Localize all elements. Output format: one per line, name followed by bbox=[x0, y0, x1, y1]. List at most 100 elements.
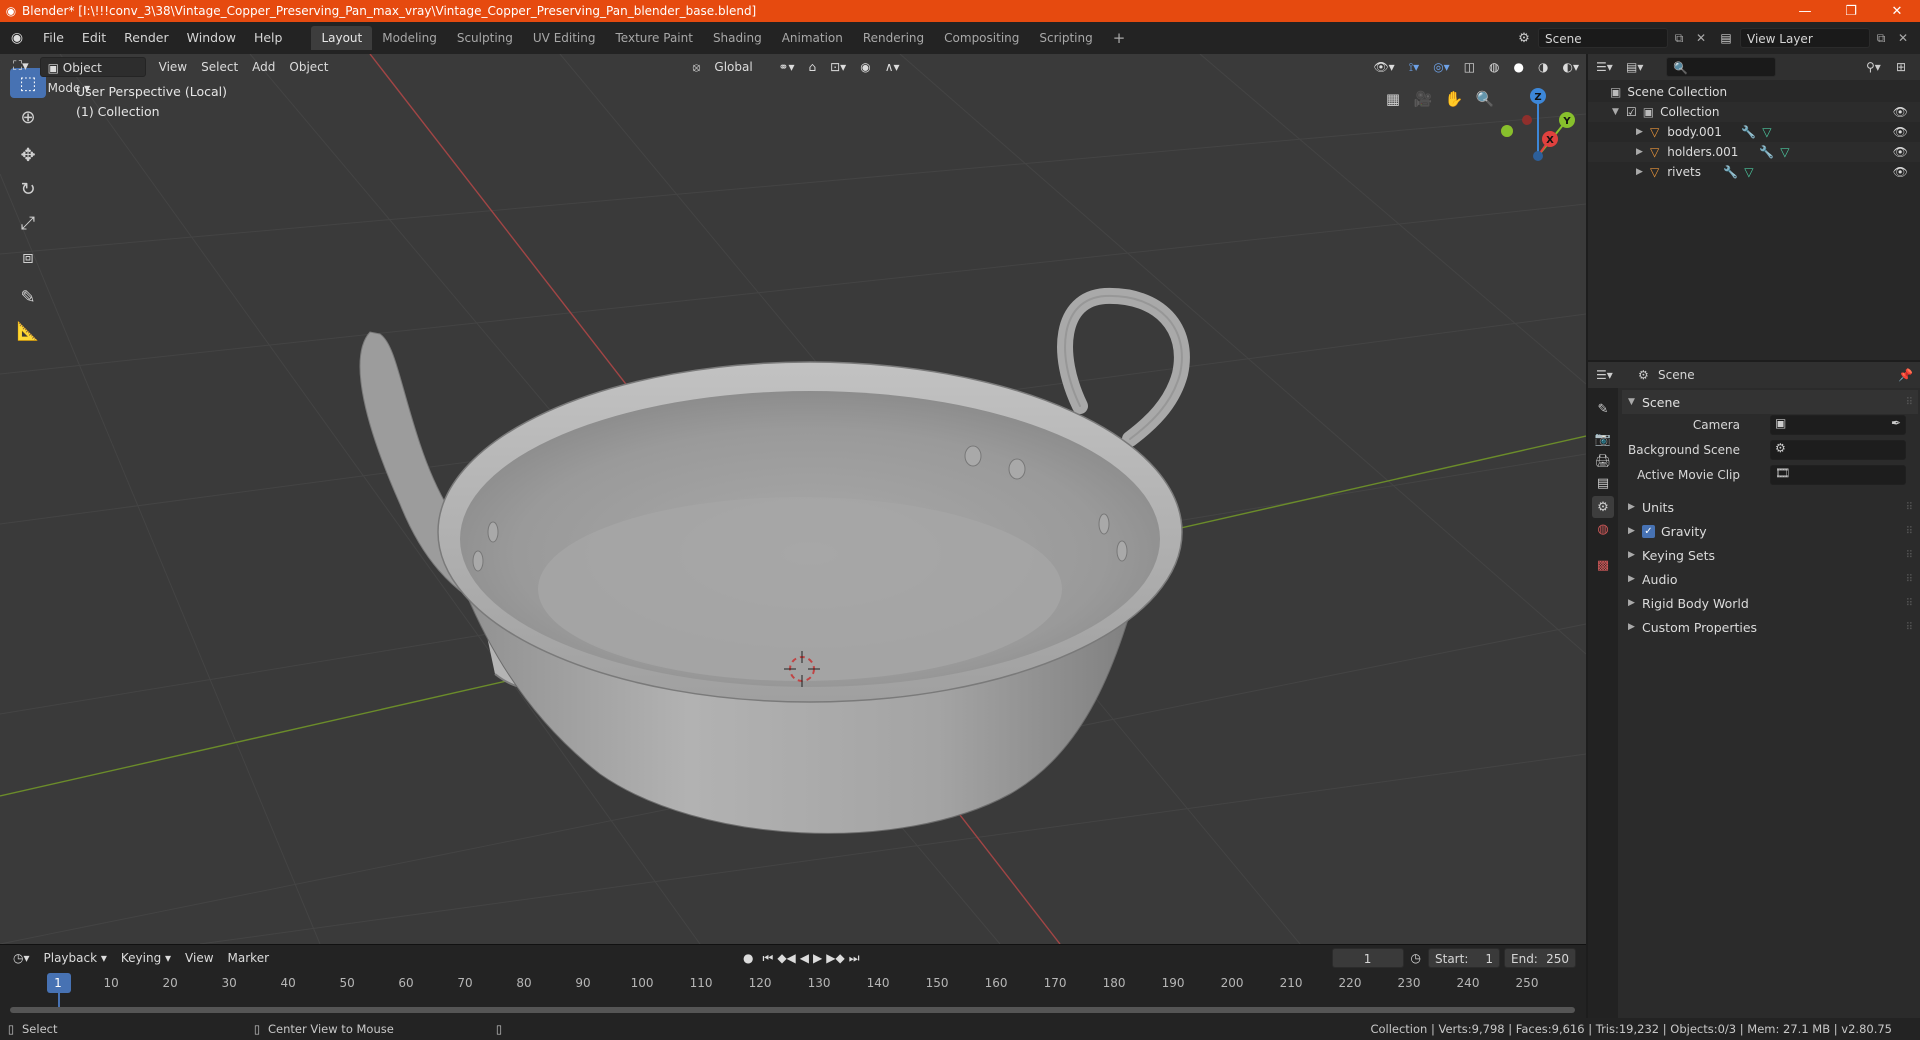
panel-drag-handle[interactable]: ⠿ bbox=[1906, 550, 1913, 561]
toggle-grid-icon[interactable]: ▦ bbox=[1380, 86, 1406, 112]
tab-layout[interactable]: Layout bbox=[311, 26, 373, 50]
gizmo-y-label[interactable]: Y bbox=[1562, 116, 1571, 127]
timeline-scrollbar[interactable] bbox=[10, 1007, 1575, 1013]
jump-start-icon[interactable]: ⏮ bbox=[761, 948, 776, 968]
menu-select[interactable]: Select bbox=[194, 57, 245, 77]
panel-collapse-icon[interactable]: ▼ bbox=[1628, 397, 1642, 407]
tab-animation[interactable]: Animation bbox=[772, 26, 853, 50]
scale-tool-icon[interactable]: ⤢ bbox=[10, 208, 46, 238]
editor-type-icon[interactable]: ⛶▾ bbox=[6, 57, 36, 77]
outliner-object-body[interactable]: ▶ ▽ body.001 🔧 ▽ 👁 bbox=[1588, 122, 1920, 142]
menu-file[interactable]: File bbox=[34, 26, 73, 50]
object-visibility-eye-icon[interactable]: 👁 bbox=[1893, 125, 1908, 139]
gizmo-x-label[interactable]: X bbox=[1546, 135, 1554, 146]
camera-field[interactable]: ▣ ✒ bbox=[1770, 415, 1906, 435]
navigation-gizmo[interactable]: Z Y X bbox=[1501, 88, 1575, 161]
panel-drag-handle[interactable]: ⠿ bbox=[1906, 598, 1913, 609]
new-scene-icon[interactable]: ⧉ bbox=[1668, 31, 1690, 46]
pan-view-hand-icon[interactable]: ✋ bbox=[1441, 86, 1467, 112]
outliner-collection[interactable]: ▼ ☑ ▣ Collection 👁 bbox=[1588, 102, 1920, 122]
delete-scene-icon[interactable]: ✕ bbox=[1690, 31, 1712, 45]
output-tab-icon[interactable]: 🖨 bbox=[1592, 450, 1614, 472]
object-expand-icon[interactable]: ▶ bbox=[1636, 167, 1650, 177]
custom-properties-panel-header[interactable]: ▶ Custom Properties ⠿ bbox=[1622, 616, 1918, 638]
panel-expand-icon[interactable]: ▶ bbox=[1628, 622, 1642, 632]
outliner-search-input[interactable]: 🔍 bbox=[1666, 57, 1776, 77]
outliner-scene-collection[interactable]: ▣ Scene Collection bbox=[1588, 82, 1920, 102]
outliner-editor-type-icon[interactable]: ☰▾ bbox=[1596, 60, 1626, 74]
rigid-body-world-panel-header[interactable]: ▶ Rigid Body World ⠿ bbox=[1622, 592, 1918, 614]
tab-uv-editing[interactable]: UV Editing bbox=[523, 26, 606, 50]
jump-end-icon[interactable]: ⏭ bbox=[847, 948, 862, 968]
panel-expand-icon[interactable]: ▶ bbox=[1628, 550, 1642, 560]
annotate-tool-icon[interactable]: ✎ bbox=[10, 282, 46, 312]
world-tab-icon[interactable]: ◍ bbox=[1592, 518, 1614, 540]
object-expand-icon[interactable]: ▶ bbox=[1636, 147, 1650, 157]
tab-sculpting[interactable]: Sculpting bbox=[447, 26, 523, 50]
tab-rendering[interactable]: Rendering bbox=[853, 26, 934, 50]
menu-help[interactable]: Help bbox=[245, 26, 292, 50]
gizmo-z-label[interactable]: Z bbox=[1534, 92, 1541, 103]
transform-orientation-selector[interactable]: Global bbox=[707, 57, 771, 77]
play-icon[interactable]: ▶ bbox=[811, 948, 824, 968]
move-tool-icon[interactable]: ✥ bbox=[10, 140, 46, 170]
panel-expand-icon[interactable]: ▶ bbox=[1628, 598, 1642, 608]
outliner-object-holders[interactable]: ▶ ▽ holders.001 🔧 ▽ 👁 bbox=[1588, 142, 1920, 162]
eyedropper-icon[interactable]: ✒ bbox=[1891, 416, 1901, 430]
tab-scripting[interactable]: Scripting bbox=[1029, 26, 1102, 50]
texture-tab-icon[interactable]: ▩ bbox=[1592, 554, 1614, 576]
next-keyframe-icon[interactable]: ▶◆ bbox=[824, 948, 846, 968]
snap-target-icon[interactable]: ⊡▾ bbox=[823, 57, 853, 77]
preview-range-icon[interactable]: ◷ bbox=[1404, 948, 1428, 968]
solid-shading-icon[interactable]: ● bbox=[1507, 57, 1531, 77]
gravity-panel-header[interactable]: ▶ ✓ Gravity ⠿ bbox=[1622, 520, 1918, 542]
new-collection-icon[interactable]: ⊞ bbox=[1896, 60, 1920, 74]
rotate-tool-icon[interactable]: ↻ bbox=[10, 174, 46, 204]
timeline-ruler[interactable]: 1 10 20 30 40 50 60 70 80 90 100 110 120 130 140 150 160… bbox=[0, 973, 1586, 1013]
panel-drag-handle[interactable]: ⠿ bbox=[1906, 574, 1913, 585]
active-movie-clip-field[interactable]: 🎞 bbox=[1770, 465, 1906, 485]
prev-keyframe-icon[interactable]: ◆◀ bbox=[775, 948, 797, 968]
camera-view-icon[interactable]: 🎥 bbox=[1410, 86, 1436, 112]
add-workspace-button[interactable]: + bbox=[1103, 26, 1136, 50]
scene-icon[interactable]: ⚙ bbox=[1510, 31, 1538, 46]
panel-expand-icon[interactable]: ▶ bbox=[1628, 574, 1642, 584]
pin-icon[interactable]: 📌 bbox=[1898, 368, 1920, 382]
blender-menu-icon[interactable]: ◉ bbox=[0, 30, 34, 46]
scene-panel-header[interactable]: ▼ Scene ⠿ bbox=[1622, 390, 1918, 414]
modifier-wrench-icon[interactable]: 🔧 bbox=[1759, 145, 1774, 159]
material-shading-icon[interactable]: ◑ bbox=[1531, 57, 1555, 77]
zoom-view-icon[interactable]: 🔍 bbox=[1472, 86, 1498, 112]
menu-view[interactable]: View bbox=[152, 57, 194, 77]
object-visibility-eye-icon[interactable]: 👁 bbox=[1893, 145, 1908, 159]
snap-icon[interactable]: ⌂ bbox=[802, 57, 824, 77]
scene-selector[interactable]: Scene bbox=[1538, 28, 1668, 48]
menu-timeline-view[interactable]: View bbox=[178, 948, 220, 968]
tab-modeling[interactable]: Modeling bbox=[372, 26, 447, 50]
outliner-object-rivets[interactable]: ▶ ▽ rivets 🔧 ▽ 👁 bbox=[1588, 162, 1920, 182]
filter-icon[interactable]: ⚲▾ bbox=[1866, 60, 1896, 74]
menu-keying[interactable]: Keying ▾ bbox=[114, 948, 178, 968]
panel-drag-handle[interactable]: ⠿ bbox=[1906, 526, 1913, 537]
tab-compositing[interactable]: Compositing bbox=[934, 26, 1029, 50]
menu-add[interactable]: Add bbox=[245, 57, 282, 77]
wireframe-shading-icon[interactable]: ◍ bbox=[1482, 57, 1506, 77]
panel-expand-icon[interactable]: ▶ bbox=[1628, 526, 1642, 536]
mesh-data-icon[interactable]: ▽ bbox=[1744, 165, 1753, 179]
timeline-editor-type-icon[interactable]: ◷▾ bbox=[6, 948, 37, 968]
3d-viewport[interactable]: Z Y X ⛶▾ ▣ Object Mode ▾ View Select Add… bbox=[0, 54, 1586, 944]
menu-playback[interactable]: Playback ▾ bbox=[37, 948, 114, 968]
new-view-layer-icon[interactable]: ⧉ bbox=[1870, 31, 1892, 46]
current-frame-field[interactable]: 1 bbox=[1331, 948, 1404, 968]
delete-view-layer-icon[interactable]: ✕ bbox=[1892, 31, 1914, 45]
scene-tab-icon[interactable]: ⚙ bbox=[1592, 496, 1614, 518]
render-tab-icon[interactable]: 📷 bbox=[1592, 428, 1614, 450]
cursor-tool-icon[interactable]: ⊕ bbox=[10, 102, 46, 132]
mesh-data-icon[interactable]: ▽ bbox=[1780, 145, 1789, 159]
panel-expand-icon[interactable]: ▶ bbox=[1628, 502, 1642, 512]
properties-editor-type-icon[interactable]: ☰▾ bbox=[1596, 368, 1626, 382]
object-expand-icon[interactable]: ▶ bbox=[1636, 127, 1650, 137]
mesh-data-icon[interactable]: ▽ bbox=[1762, 125, 1771, 139]
proportional-falloff-icon[interactable]: ∧▾ bbox=[878, 57, 907, 77]
collection-expand-icon[interactable]: ▼ bbox=[1612, 107, 1626, 117]
